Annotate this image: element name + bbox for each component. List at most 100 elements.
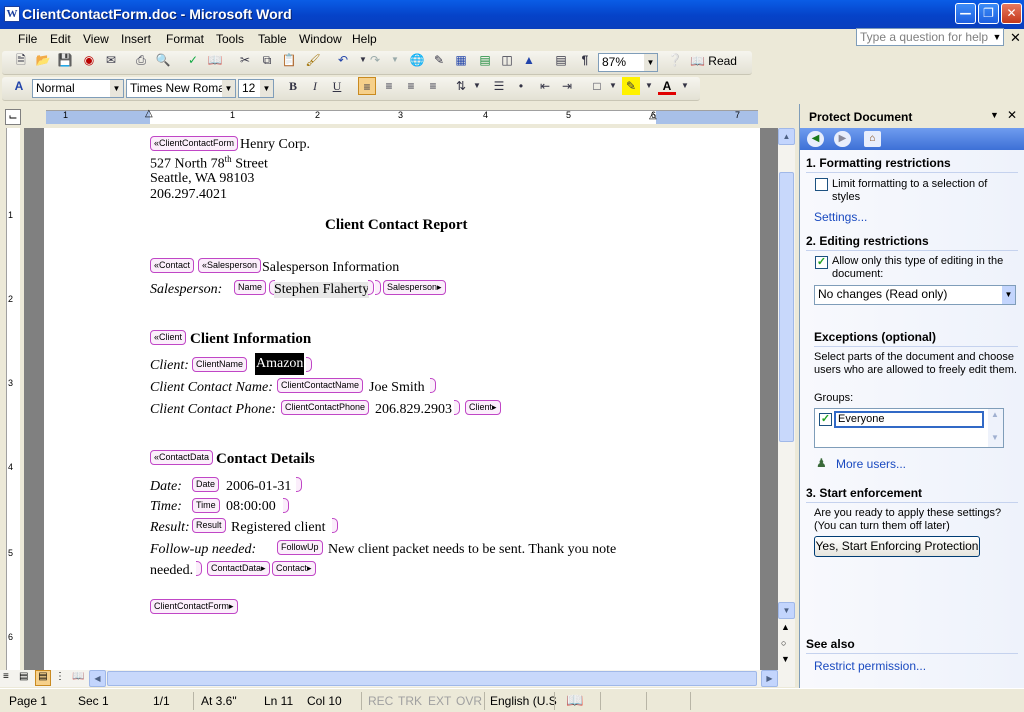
status-ext[interactable]: EXT bbox=[428, 694, 451, 708]
previous-page-icon[interactable]: ▲ bbox=[781, 622, 790, 632]
font-select[interactable]: Times New Roman ▼ bbox=[126, 79, 236, 98]
insert-table-icon[interactable]: ▦ bbox=[452, 51, 470, 69]
document-page[interactable]: «ClientContactForm Henry Corp. 527 North… bbox=[44, 128, 760, 670]
xml-tag-client-name-start[interactable]: ClientName bbox=[192, 357, 248, 372]
xml-tag-time-start[interactable]: Time bbox=[192, 498, 220, 513]
font-color-icon[interactable]: A bbox=[658, 77, 676, 95]
xml-tag-client-start[interactable]: «Client bbox=[150, 330, 187, 345]
restrict-permission-link[interactable]: Restrict permission... bbox=[814, 659, 926, 673]
scroll-right-icon[interactable]: ▶ bbox=[761, 670, 778, 687]
menu-insert[interactable]: Insert bbox=[121, 32, 151, 46]
help-icon[interactable]: ❔ bbox=[666, 51, 684, 69]
drawing-icon[interactable]: ▲ bbox=[520, 51, 538, 69]
client-value-selected[interactable]: Amazon bbox=[255, 353, 305, 375]
groups-list[interactable]: ✓ Everyone ▲ ▼ bbox=[814, 408, 1004, 448]
decrease-indent-icon[interactable]: ⇤ bbox=[536, 77, 554, 95]
editing-type-select[interactable]: No changes (Read only) ▼ bbox=[814, 285, 1016, 305]
xml-tag-client-end[interactable]: Client▸ bbox=[465, 400, 501, 415]
limit-formatting-label[interactable]: Limit formatting to a selection of style… bbox=[832, 178, 1012, 204]
scroll-left-icon[interactable]: ◀ bbox=[89, 670, 106, 687]
address-line-2[interactable]: Seattle, WA 98103 bbox=[150, 171, 254, 187]
xml-tag-client-contact-phone-start[interactable]: ClientContactPhone bbox=[281, 400, 370, 415]
open-folder-icon[interactable]: 📂 bbox=[34, 51, 52, 69]
scroll-down-icon[interactable]: ▼ bbox=[778, 602, 795, 619]
xml-tag-client-name-end[interactable] bbox=[306, 357, 312, 372]
word-app-icon[interactable]: W bbox=[4, 6, 20, 22]
xml-tag-followup-start[interactable]: FollowUp bbox=[277, 540, 323, 555]
salesperson-heading[interactable]: Salesperson Information bbox=[262, 260, 399, 276]
everyone-item[interactable]: Everyone bbox=[834, 411, 984, 428]
undo-icon[interactable]: ↶ bbox=[334, 51, 352, 69]
outline-view-icon[interactable]: ⋮ bbox=[55, 671, 65, 682]
horizontal-scrollbar[interactable]: ≡ ▤ ▤ ⋮ 📖 ◀ ▶ bbox=[0, 670, 795, 687]
tab-selector-icon[interactable]: ⌙ bbox=[5, 109, 21, 125]
close-document-icon[interactable]: ✕ bbox=[1010, 30, 1021, 46]
font-size-select[interactable]: 12 ▼ bbox=[238, 79, 274, 98]
everyone-checkbox[interactable]: ✓ bbox=[819, 413, 832, 426]
cut-icon[interactable]: ✂ bbox=[236, 51, 254, 69]
chevron-down-icon[interactable]: ▼ bbox=[260, 80, 273, 97]
font-color-dropdown-icon[interactable]: ▼ bbox=[676, 77, 694, 95]
xml-tag-client-contact-form-start[interactable]: «ClientContactForm bbox=[150, 136, 239, 151]
status-ovr[interactable]: OVR bbox=[456, 694, 482, 708]
help-question-box[interactable]: Type a question for help ▼ bbox=[856, 28, 1004, 46]
scroll-thumb[interactable] bbox=[779, 172, 794, 442]
menu-view[interactable]: View bbox=[83, 32, 109, 46]
menu-format[interactable]: Format bbox=[166, 32, 204, 46]
task-pane-menu-icon[interactable]: ▼ bbox=[990, 110, 999, 120]
save-icon[interactable]: 💾 bbox=[56, 51, 74, 69]
web-layout-icon[interactable]: ▤ bbox=[19, 671, 28, 682]
status-rec[interactable]: REC bbox=[368, 694, 393, 708]
bullets-icon[interactable]: • bbox=[512, 77, 530, 95]
limit-formatting-checkbox[interactable] bbox=[815, 178, 828, 191]
paste-icon[interactable]: 📋 bbox=[280, 51, 298, 69]
scroll-up-icon[interactable]: ▲ bbox=[991, 410, 999, 419]
hyperlink-icon[interactable]: 🌐 bbox=[408, 51, 426, 69]
print-icon[interactable]: ⎙ bbox=[132, 51, 150, 69]
right-indent-marker-icon[interactable]: △ bbox=[649, 110, 657, 121]
redo-dropdown-icon[interactable]: ▼ bbox=[386, 51, 404, 69]
xml-tag-name-end[interactable] bbox=[368, 280, 374, 295]
spelling-icon[interactable]: ✓ bbox=[184, 51, 202, 69]
line-spacing-dropdown-icon[interactable]: ▼ bbox=[468, 77, 486, 95]
chevron-down-icon[interactable]: ▼ bbox=[991, 29, 1003, 45]
xml-tag-contact-start[interactable]: «Contact bbox=[150, 258, 195, 273]
xml-tag-date-start[interactable]: Date bbox=[192, 477, 220, 492]
numbering-icon[interactable]: ☰ bbox=[490, 77, 508, 95]
chevron-down-icon[interactable]: ▼ bbox=[1002, 286, 1015, 304]
xml-tag-name-start[interactable]: Name bbox=[234, 280, 267, 295]
contact-phone-value[interactable]: 206.829.2903 bbox=[375, 402, 452, 418]
followup-value-line2[interactable]: needed. bbox=[150, 563, 193, 579]
bold-icon[interactable]: B bbox=[284, 77, 302, 95]
back-icon[interactable]: ◀ bbox=[807, 131, 824, 147]
allow-only-label[interactable]: Allow only this type of editing in the d… bbox=[832, 255, 1017, 281]
reading-layout-icon[interactable]: 📖 bbox=[72, 671, 84, 682]
permission-icon[interactable]: ◉ bbox=[80, 51, 98, 69]
select-browse-object-icon[interactable]: ○ bbox=[781, 638, 786, 648]
followup-value-line1[interactable]: New client packet needs to be sent. Than… bbox=[328, 542, 616, 558]
client-heading[interactable]: Client Information bbox=[190, 331, 311, 348]
research-icon[interactable]: 📖 bbox=[206, 51, 224, 69]
time-value[interactable]: 08:00:00 bbox=[226, 499, 276, 515]
align-left-icon[interactable]: ≡ bbox=[358, 77, 376, 95]
menu-edit[interactable]: Edit bbox=[50, 32, 71, 46]
home-icon[interactable]: ⌂ bbox=[864, 131, 881, 147]
horizontal-scroll-thumb[interactable] bbox=[107, 671, 757, 686]
document-map-icon[interactable]: ▤ bbox=[552, 51, 570, 69]
settings-link[interactable]: Settings... bbox=[814, 210, 867, 224]
xml-tag-client-contact-form-end[interactable]: ClientContactForm▸ bbox=[150, 599, 238, 614]
spelling-status-icon[interactable]: 📖 bbox=[566, 692, 583, 709]
menu-help[interactable]: Help bbox=[352, 32, 377, 46]
format-painter-icon[interactable]: 🖌 bbox=[304, 51, 322, 69]
xml-tag-salesperson-start[interactable]: «Salesperson bbox=[198, 258, 262, 273]
horizontal-ruler[interactable]: ⌙ 1 1 2 3 4 5 6 7 △ △ bbox=[0, 104, 790, 128]
menu-file[interactable]: File bbox=[18, 32, 37, 46]
menu-table[interactable]: Table bbox=[258, 32, 287, 46]
xml-tag-name-end-2[interactable] bbox=[375, 280, 381, 295]
xml-tag-client-contact-name-end[interactable] bbox=[430, 378, 436, 393]
minimize-button[interactable]: — bbox=[955, 3, 976, 24]
xml-tag-salesperson-end[interactable]: Salesperson▸ bbox=[383, 280, 446, 295]
highlight-dropdown-icon[interactable]: ▼ bbox=[640, 77, 658, 95]
show-hide-icon[interactable]: ¶ bbox=[576, 51, 594, 69]
result-value[interactable]: Registered client bbox=[231, 520, 325, 536]
